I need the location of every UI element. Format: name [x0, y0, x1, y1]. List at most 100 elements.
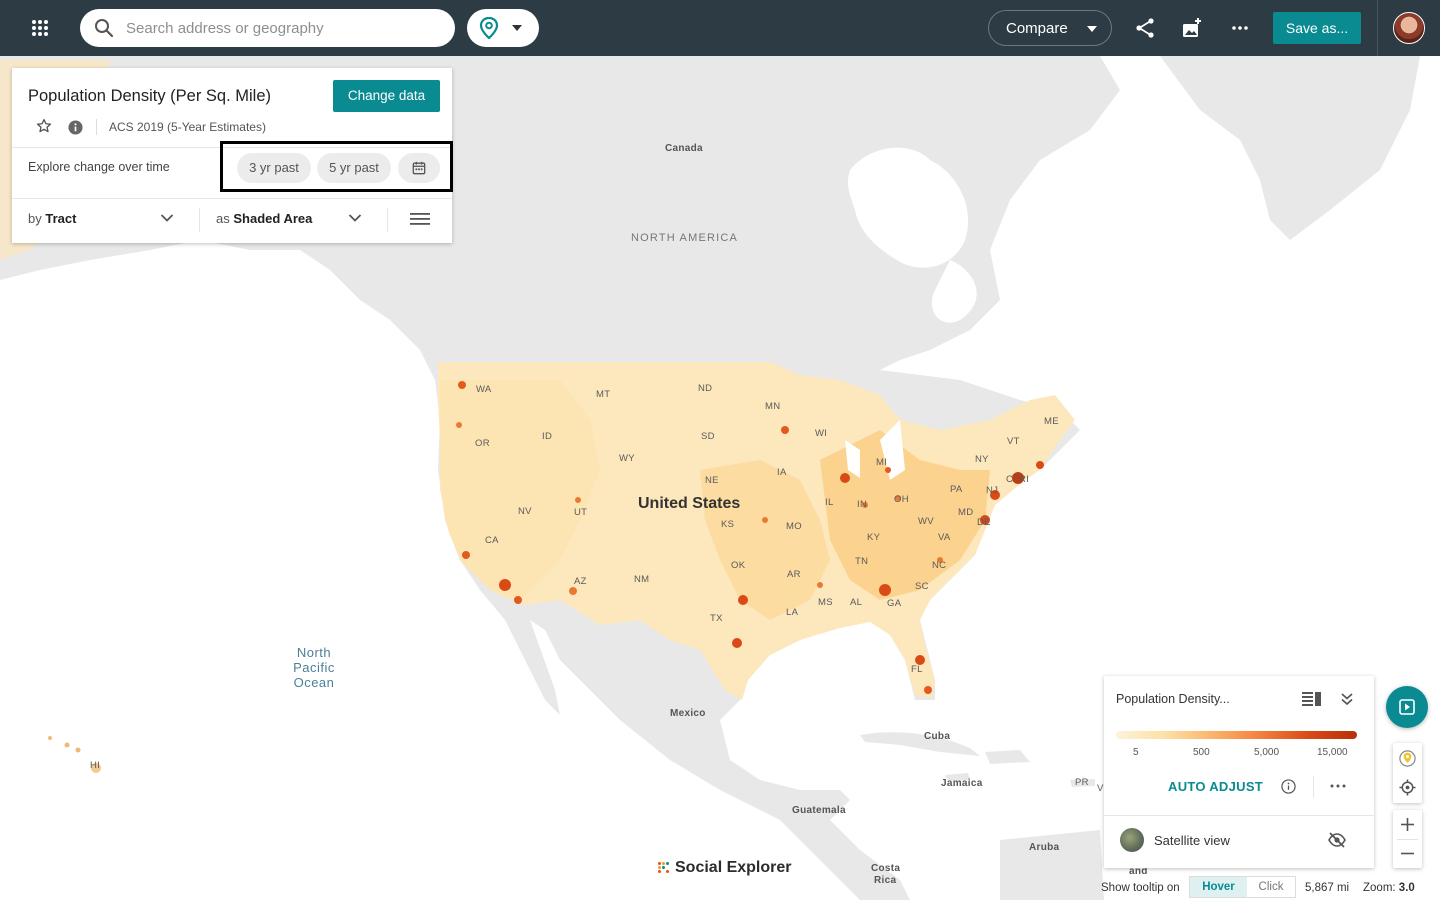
ocean-line-2: Pacific — [293, 660, 335, 675]
compare-button[interactable]: Compare — [988, 10, 1112, 46]
state-label-id: ID — [542, 431, 553, 442]
chevron-down-icon — [1087, 26, 1097, 32]
play-square-icon — [1399, 699, 1415, 715]
location-dropdown-button[interactable] — [467, 9, 539, 47]
visualization-type-select[interactable]: as Shaded Area — [216, 211, 312, 226]
map-label-v: V — [1097, 783, 1104, 794]
state-label-ut: UT — [574, 507, 588, 518]
info-icon[interactable] — [68, 120, 83, 135]
state-label-in: IN — [857, 499, 868, 510]
state-label-nm: NM — [634, 574, 650, 585]
divider — [1313, 776, 1314, 798]
avatar[interactable] — [1393, 12, 1425, 44]
state-label-ne: NE — [705, 475, 719, 486]
zoom-value: 3.0 — [1398, 882, 1415, 894]
search-input[interactable] — [126, 17, 436, 39]
state-label-ny: NY — [975, 454, 989, 465]
survey-label: ACS 2019 (5-Year Estimates) — [109, 120, 266, 134]
state-label-ri: RI — [1019, 474, 1030, 485]
state-label-ar: AR — [787, 569, 801, 580]
state-label-ct: CT — [1006, 474, 1020, 485]
ocean-line-3: Ocean — [293, 675, 335, 690]
time-option-3yr[interactable]: 3 yr past — [237, 153, 311, 183]
state-label-ga: GA — [887, 598, 902, 609]
geography-level-select[interactable]: by Tract — [28, 211, 76, 226]
collapse-icon[interactable] — [1340, 692, 1354, 706]
legend-color-ramp — [1116, 731, 1357, 739]
by-prefix: by — [28, 211, 42, 226]
tooltip-hover-option[interactable]: Hover — [1190, 877, 1247, 897]
present-button[interactable] — [1386, 686, 1428, 728]
state-label-sc: SC — [915, 581, 929, 592]
chevron-down-icon — [512, 25, 522, 31]
eye-off-icon[interactable] — [1328, 832, 1346, 848]
state-label-wv: WV — [918, 516, 934, 527]
calendar-button[interactable] — [398, 153, 440, 183]
plus-icon — [1401, 818, 1414, 831]
state-label-ca: CA — [485, 535, 499, 546]
zoom-label: Zoom: — [1363, 882, 1396, 894]
save-as-button[interactable]: Save as... — [1273, 12, 1361, 44]
user-menu[interactable] — [1377, 0, 1440, 56]
state-label-de: DE — [977, 517, 991, 528]
state-label-oh: OH — [894, 494, 909, 505]
apps-grid-icon[interactable] — [24, 14, 56, 42]
search-box — [80, 9, 455, 47]
map-label-cuba: Cuba — [924, 731, 951, 742]
scale-readout: 5,867 mi — [1305, 882, 1350, 894]
zoom-in-button[interactable] — [1393, 810, 1422, 839]
legend-tick: 5,000 — [1254, 747, 1280, 758]
state-label-az: AZ — [574, 576, 587, 587]
state-label-tn: TN — [855, 556, 869, 567]
state-label-nc: NC — [932, 560, 947, 571]
info-icon[interactable] — [1281, 779, 1296, 794]
map-label-jamaica: Jamaica — [941, 778, 983, 789]
location-pin-icon — [479, 17, 499, 39]
star-icon[interactable] — [36, 118, 52, 134]
legend-layout-icon[interactable] — [1302, 692, 1322, 706]
more-options-icon[interactable] — [1228, 16, 1252, 40]
state-label-mt: MT — [596, 389, 611, 400]
legend-tick: 500 — [1193, 747, 1210, 758]
map-tools — [1393, 743, 1422, 803]
map-label-mexico: Mexico — [670, 708, 706, 719]
time-option-5yr[interactable]: 5 yr past — [317, 153, 391, 183]
map-label-aruba: Aruba — [1029, 842, 1060, 853]
hamburger-menu-icon[interactable] — [410, 212, 430, 226]
state-label-nv: NV — [518, 506, 532, 517]
tooltip-mode-toggle: Hover Click — [1189, 876, 1296, 898]
state-label-sd: SD — [701, 431, 715, 442]
map-label-united-states: United States — [638, 495, 741, 512]
map-label-costa-rica-1: Costa — [871, 863, 901, 874]
export-image-icon[interactable] — [1180, 16, 1204, 40]
legend-tick: 15,000 — [1317, 747, 1348, 758]
zoom-controls — [1393, 810, 1422, 868]
location-marker-button[interactable] — [1393, 744, 1422, 773]
map-label-north-america: NORTH AMERICA — [631, 232, 739, 244]
geography-level-value: Tract — [45, 211, 77, 226]
divider — [199, 208, 200, 232]
map-label-pr: PR — [1075, 777, 1089, 788]
chevron-down-icon[interactable] — [348, 213, 362, 223]
state-label-mo: MO — [786, 521, 802, 532]
share-icon[interactable] — [1133, 16, 1157, 40]
tooltip-click-option[interactable]: Click — [1247, 877, 1295, 897]
lightbulb-pin-icon — [1399, 750, 1416, 767]
visualization-type-value: Shaded Area — [233, 211, 313, 226]
state-label-vt: VT — [1007, 436, 1020, 447]
logo-dots-icon — [658, 861, 672, 873]
more-options-icon[interactable] — [1330, 784, 1346, 788]
zoom-out-button[interactable] — [1393, 839, 1422, 868]
chevron-down-icon[interactable] — [160, 213, 174, 223]
crosshair-icon — [1399, 779, 1416, 796]
change-data-button[interactable]: Change data — [333, 80, 440, 112]
map-label-canada: Canada — [665, 143, 703, 154]
auto-adjust-button[interactable]: AUTO ADJUST — [1168, 779, 1263, 794]
state-label-pa: PA — [950, 484, 963, 495]
divider — [12, 198, 452, 199]
state-label-or: OR — [475, 438, 490, 449]
divider — [1104, 815, 1374, 816]
state-label-mn: MN — [765, 401, 781, 412]
state-label-va: VA — [938, 532, 951, 543]
my-location-button[interactable] — [1393, 773, 1422, 802]
